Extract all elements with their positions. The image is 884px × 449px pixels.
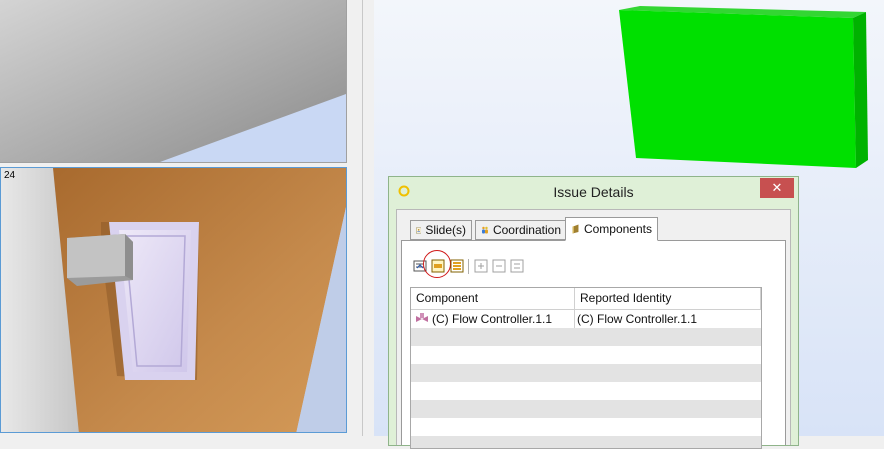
dialog-titlebar[interactable]: Issue Details ✕ [389,177,798,207]
tab-label: Components [583,222,652,236]
empty-row [411,382,761,400]
viewpoint-thumbnail-selected[interactable]: 24 [0,167,347,433]
thumbnail-render [1,168,346,432]
tab-label: Slide(s) [425,223,466,237]
empty-row [411,346,761,364]
select-all-icon[interactable] [450,259,464,273]
remove-icon[interactable] [492,259,506,273]
empty-row [411,400,761,418]
component-cell: (C) Flow Controller.1.1 [432,310,575,328]
panel-splitter[interactable] [352,0,374,436]
close-button[interactable]: ✕ [760,178,794,198]
column-header-reported-identity[interactable]: Reported Identity [575,288,761,310]
tab-coordination[interactable]: Coordination [475,220,567,240]
dialog-title: Issue Details [553,184,634,200]
components-grid: Component Reported Identity (C) Flow Con… [410,287,762,449]
close-icon: ✕ [771,180,783,195]
reported-identity-cell: (C) Flow Controller.1.1 [577,312,698,326]
slide-icon [416,227,422,233]
clear-icon[interactable] [510,259,524,273]
empty-row [411,418,761,436]
add-icon[interactable] [474,259,488,273]
thumbnail-render [0,0,346,162]
components-panel: Component Reported Identity (C) Flow Con… [401,240,786,449]
component-icon [572,224,579,234]
viewpoint-thumbnail[interactable] [0,0,347,163]
column-header-component[interactable]: Component [411,288,575,310]
empty-row [411,328,761,346]
empty-row [411,436,761,448]
tab-slides[interactable]: Slide(s) [410,220,472,240]
people-icon [481,226,488,234]
dialog-body: Slide(s) Coordination Components Compone… [396,209,791,449]
table-row[interactable]: (C) Flow Controller.1.1 (C) Flow Control… [411,310,761,328]
flow-controller-icon [416,313,428,322]
thumbnail-panel: 24 [0,0,352,436]
issue-details-dialog: Issue Details ✕ Slide(s) Coordination Co… [388,176,799,449]
select-highlighted-icon[interactable] [431,259,445,273]
viewpoint-number: 24 [4,170,16,181]
tab-components[interactable]: Components [565,217,658,241]
tab-label: Coordination [492,223,561,237]
empty-row [411,364,761,382]
